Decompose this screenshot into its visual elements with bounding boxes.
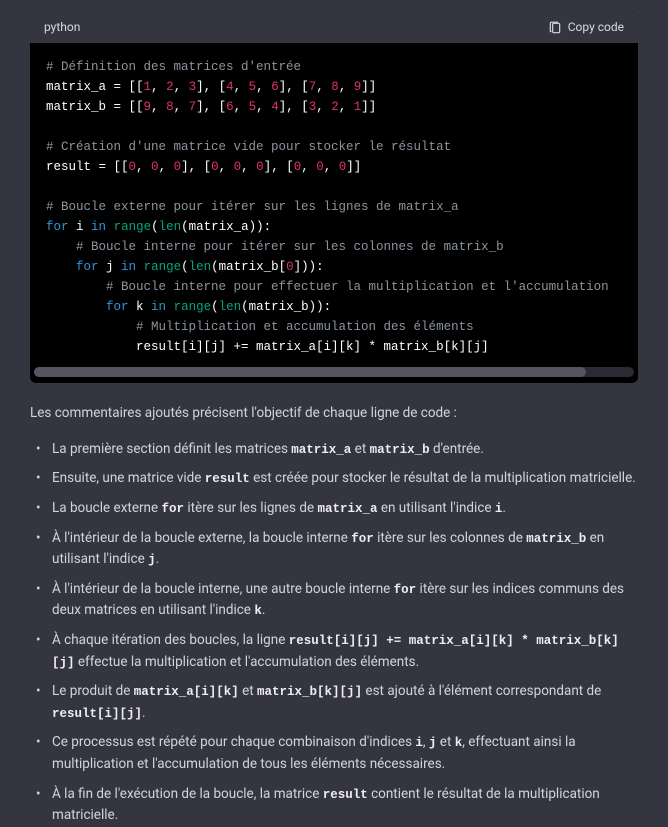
list-item: La boucle externe for itère sur les lign… <box>38 498 638 520</box>
list-item: Ensuite, une matrice vide result est cré… <box>38 468 638 490</box>
list-item: Ce processus est répété pour chaque comb… <box>38 732 638 775</box>
list-item: À chaque itération des boucles, la ligne… <box>38 630 638 673</box>
code-lang-label: python <box>44 18 80 37</box>
list-item: La première section définit les matrices… <box>38 439 638 461</box>
clipboard-icon <box>548 21 562 35</box>
list-item: À l'intérieur de la boucle externe, la b… <box>38 528 638 571</box>
explanation-list: La première section définit les matrices… <box>38 439 638 827</box>
code-header: python Copy code <box>30 12 638 43</box>
list-item: À la fin de l'exécution de la boucle, la… <box>38 784 638 827</box>
copy-code-button[interactable]: Copy code <box>548 18 624 37</box>
horizontal-scrollbar[interactable] <box>34 367 634 377</box>
code-block: python Copy code # Définition des matric… <box>30 12 638 383</box>
copy-code-label: Copy code <box>568 18 624 37</box>
list-item: À l'intérieur de la boucle interne, une … <box>38 579 638 622</box>
list-item: Le produit de matrix_a[i][k] et matrix_b… <box>38 681 638 724</box>
scrollbar-thumb[interactable] <box>34 367 586 377</box>
explanation-intro: Les commentaires ajoutés précisent l'obj… <box>30 403 638 425</box>
code-content[interactable]: # Définition des matrices d'entrée matri… <box>30 43 638 367</box>
